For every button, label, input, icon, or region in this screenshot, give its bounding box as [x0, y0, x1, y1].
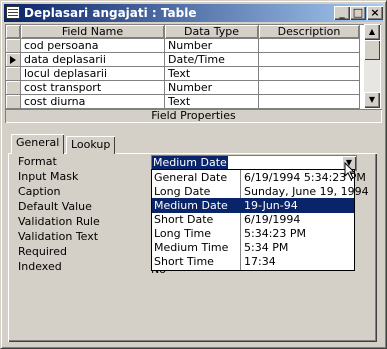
property-label-indexed: Indexed: [18, 260, 62, 273]
dropdown-option[interactable]: Short Time 17:34: [152, 254, 354, 269]
property-label-validation-text: Validation Text: [18, 230, 99, 243]
description-cell[interactable]: [258, 38, 360, 53]
field-name-cell[interactable]: cod persoana: [20, 38, 165, 53]
description-cell[interactable]: [258, 52, 360, 67]
property-label-input-mask: Input Mask: [18, 170, 79, 183]
window-title: Deplasari angajati : Table: [24, 6, 197, 20]
field-properties-label: Field Properties: [5, 109, 382, 123]
table-row[interactable]: cost transport Number: [6, 80, 360, 95]
mouse-cursor-icon: [344, 162, 356, 180]
table-icon: [6, 6, 20, 19]
field-name-cell[interactable]: cost transport: [20, 80, 165, 95]
data-type-cell[interactable]: Number: [164, 80, 259, 95]
dropdown-option[interactable]: Long Date Sunday, June 19, 1994: [152, 184, 369, 199]
row-selector[interactable]: [6, 80, 21, 95]
data-type-cell[interactable]: Date/Time: [164, 52, 259, 67]
field-name-cell[interactable]: locul deplasarii: [20, 66, 165, 81]
description-cell[interactable]: [258, 94, 360, 109]
scroll-thumb[interactable]: [364, 40, 380, 60]
table-row[interactable]: cost diurna Text: [6, 94, 360, 109]
table-design-window: Deplasari angajati : Table _ □ × Field N…: [0, 0, 387, 349]
row-selector[interactable]: [6, 94, 21, 109]
column-header-data-type[interactable]: Data Type: [164, 25, 259, 39]
dropdown-option[interactable]: Long Time 5:34:23 PM: [152, 226, 354, 241]
property-label-format: Format: [18, 155, 57, 168]
field-name-cell[interactable]: cost diurna: [20, 94, 165, 109]
dropdown-option-selected[interactable]: Medium Date 19-Jun-94: [152, 198, 354, 213]
property-label-required: Required: [18, 245, 67, 258]
vertical-scrollbar[interactable]: ▲ ▼: [364, 24, 380, 108]
scroll-down-icon[interactable]: ▼: [364, 92, 380, 108]
data-type-cell[interactable]: Number: [164, 38, 259, 53]
row-selector[interactable]: [6, 66, 21, 81]
data-type-cell[interactable]: Text: [164, 66, 259, 81]
dropdown-option[interactable]: Short Date 6/19/1994: [152, 212, 354, 227]
data-type-cell[interactable]: Text: [164, 94, 259, 109]
property-label-caption: Caption: [18, 185, 61, 198]
minimize-button[interactable]: _: [334, 6, 350, 20]
description-cell[interactable]: [258, 66, 360, 81]
corner-cell: [6, 25, 21, 39]
property-label-validation-rule: Validation Rule: [18, 215, 100, 228]
tab-lookup[interactable]: Lookup: [66, 136, 116, 154]
field-name-cell[interactable]: data deplasarii: [20, 52, 165, 67]
scroll-up-icon[interactable]: ▲: [364, 24, 380, 40]
column-header-field-name[interactable]: Field Name: [20, 25, 165, 39]
table-row[interactable]: data deplasarii Date/Time: [6, 52, 360, 67]
column-header-description[interactable]: Description: [258, 25, 360, 39]
dropdown-option[interactable]: General Date 6/19/1994 5:34:23 PM: [152, 170, 366, 185]
table-row[interactable]: locul deplasarii Text: [6, 66, 360, 81]
format-value[interactable]: Medium Date: [152, 156, 228, 169]
dropdown-option[interactable]: Medium Time 5:34 PM: [152, 240, 354, 255]
description-cell[interactable]: [258, 80, 360, 95]
title-bar[interactable]: Deplasari angajati : Table _ □ ×: [4, 4, 383, 22]
field-grid: Field Name Data Type Description cod per…: [5, 24, 381, 109]
current-row-indicator-icon[interactable]: [6, 52, 21, 67]
row-selector[interactable]: [6, 38, 21, 53]
maximize-button[interactable]: □: [350, 6, 366, 20]
close-button[interactable]: ×: [367, 6, 383, 20]
format-dropdown-list[interactable]: General Date 6/19/1994 5:34:23 PM Long Da…: [151, 169, 369, 271]
property-label-default-value: Default Value: [18, 200, 92, 213]
tab-general[interactable]: General: [11, 134, 65, 154]
table-row[interactable]: cod persoana Number: [6, 38, 360, 53]
